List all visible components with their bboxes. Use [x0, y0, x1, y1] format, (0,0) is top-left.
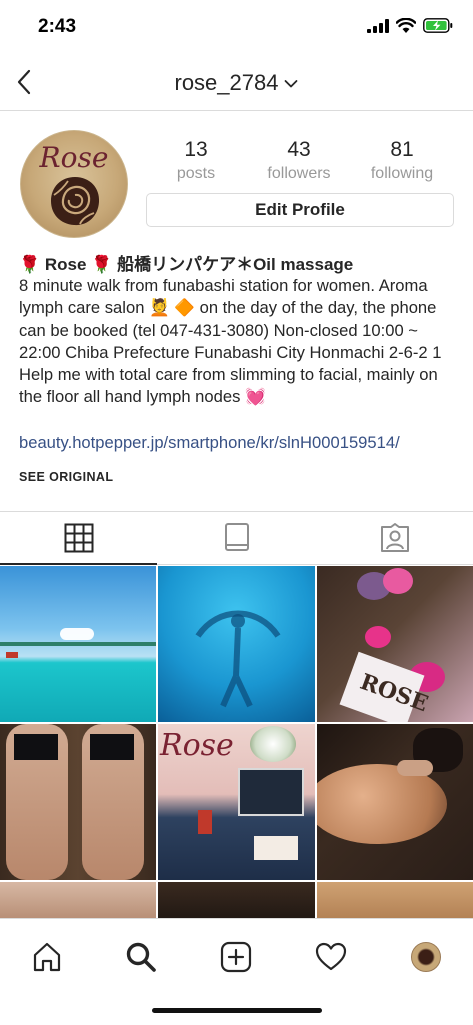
nav-divider — [0, 110, 473, 111]
nav-activity-button[interactable] — [311, 937, 351, 977]
followers-label: followers — [267, 165, 331, 182]
home-icon — [33, 942, 61, 972]
active-tab-indicator — [0, 563, 157, 565]
bio-text: 8 minute walk from funabashi station for… — [19, 276, 442, 407]
see-original-button[interactable]: SEE ORIGINAL — [19, 470, 113, 484]
posts-count: 13 — [184, 138, 208, 161]
new-post-icon — [220, 941, 252, 973]
signal-icon — [367, 18, 389, 33]
tab-igtv[interactable] — [158, 512, 315, 564]
nav-profile-button[interactable] — [406, 937, 446, 977]
following-label: following — [370, 165, 434, 182]
post-tile-beach[interactable] — [0, 566, 156, 722]
home-indicator — [152, 1008, 322, 1013]
igtv-icon — [224, 523, 249, 551]
post-tile-underwater[interactable] — [158, 566, 315, 722]
rose-logo-icon — [51, 177, 100, 226]
nav-search-button[interactable] — [121, 937, 161, 977]
nav-home-button[interactable] — [27, 937, 67, 977]
avatar-logo-text: Rose — [39, 141, 109, 174]
username-switcher[interactable]: rose_2784 — [0, 70, 473, 96]
grid-icon — [64, 523, 93, 553]
chevron-down-icon — [285, 80, 298, 88]
post-tile-salon-entrance[interactable]: Rose — [158, 724, 315, 880]
tab-grid[interactable] — [0, 512, 157, 564]
tagged-icon — [380, 523, 409, 552]
username-title: rose_2784 — [174, 70, 279, 95]
following-count: 81 — [390, 138, 414, 161]
status-icons — [367, 18, 453, 33]
posts-grid: ROSE Rose — [0, 566, 473, 918]
posts-stat[interactable]: 13 posts — [151, 138, 241, 183]
profile-avatar[interactable]: Rose — [20, 130, 128, 238]
post-tile-flowers[interactable]: ROSE — [317, 566, 473, 722]
post-tile-partial-2[interactable] — [158, 882, 315, 918]
post-tile-leg-massage[interactable] — [0, 724, 156, 880]
status-time: 2:43 — [38, 16, 77, 37]
battery-charging-icon — [423, 18, 453, 33]
post-tile-partial-3[interactable] — [317, 882, 473, 918]
wifi-icon — [396, 18, 416, 33]
search-icon — [126, 942, 156, 972]
tabs-bottom-divider — [157, 564, 473, 565]
post-tile-partial-1[interactable] — [0, 882, 156, 918]
following-stat[interactable]: 81 following — [357, 138, 447, 183]
followers-count: 43 — [287, 138, 311, 161]
edit-profile-button[interactable]: Edit Profile — [146, 193, 454, 227]
profile-display-name: 🌹 Rose 🌹 船橋リンパケア＊Oil massage — [19, 255, 354, 274]
tab-tagged[interactable] — [316, 512, 473, 564]
followers-stat[interactable]: 43 followers — [254, 138, 344, 183]
swimmer-silhouette-icon — [195, 610, 281, 708]
posts-label: posts — [176, 165, 216, 182]
bio-website-link[interactable]: beauty.hotpepper.jp/smartphone/kr/slnH00… — [19, 433, 400, 453]
nav-new-post-button[interactable] — [216, 937, 256, 977]
post-tile-back-massage[interactable] — [317, 724, 473, 880]
activity-heart-icon — [315, 942, 347, 971]
profile-avatar-icon — [411, 942, 441, 972]
tile-rose-sign: Rose — [160, 728, 234, 763]
